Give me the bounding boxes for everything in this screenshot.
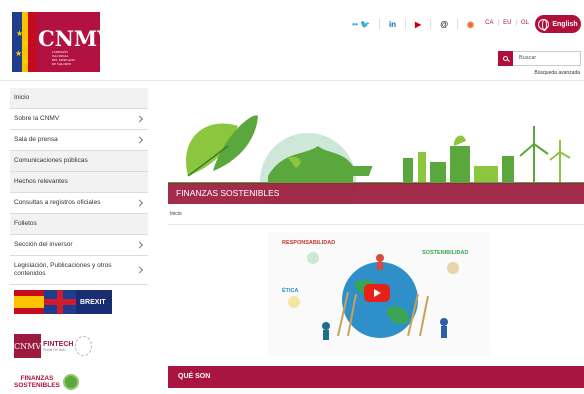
search-input[interactable]: Buscar: [513, 51, 581, 66]
sidebar-item-comunicaciones[interactable]: Comunicaciones públicas: [10, 151, 148, 172]
label-sostenibilidad: SOSTENIBILIDAD: [422, 250, 469, 256]
svg-text:★: ★: [22, 57, 29, 66]
lang-ca[interactable]: CA: [485, 20, 493, 26]
english-button[interactable]: English: [535, 15, 581, 33]
sidebar-item-inversor[interactable]: Sección del inversor: [10, 235, 148, 256]
finanzas-sostenibles-banner[interactable]: FINANZAS SOSTENIBLES: [14, 374, 79, 390]
chevron-right-icon: [135, 136, 144, 144]
divider: [378, 19, 380, 29]
sidebar-item-folletos[interactable]: Folletos: [10, 214, 148, 235]
brexit-label: BREXIT: [80, 298, 106, 306]
chevron-right-icon: [135, 266, 144, 274]
breadcrumb[interactable]: Inicio: [170, 211, 182, 217]
fintech-label: FINTECH Portal FinTech: [43, 340, 74, 352]
chevron-right-icon: [135, 199, 144, 207]
search-box: Buscar: [498, 51, 581, 66]
svg-text:★: ★: [16, 29, 23, 38]
fintech-emblem-icon: [75, 336, 92, 356]
email-icon[interactable]: @: [440, 20, 448, 29]
rss-icon[interactable]: ◉: [467, 20, 474, 29]
globe-icon: [62, 374, 79, 390]
divider: [430, 19, 432, 29]
brexit-banner[interactable]: BREXIT: [14, 290, 112, 314]
header-divider: [0, 80, 584, 81]
sidebar-item-sobre-la-cnmv[interactable]: Sobre la CNMV: [10, 109, 148, 130]
lang-gl[interactable]: GL: [521, 20, 529, 26]
english-label: English: [552, 20, 578, 28]
lang-eu[interactable]: EU: [503, 20, 511, 26]
fintech-banner[interactable]: CNMV FINTECH Portal FinTech: [14, 333, 92, 359]
sidebar-item-inicio[interactable]: Inicio: [10, 88, 148, 109]
banner-title: FINANZAS SOSTENIBLES: [168, 183, 584, 204]
svg-text:★: ★: [22, 39, 29, 48]
divider: [457, 19, 459, 29]
breadcrumb-divider: [168, 224, 584, 225]
divider: [405, 19, 407, 29]
search-icon: [503, 56, 508, 61]
spain-flag-icon: [14, 290, 44, 314]
svg-text:DE VALORES: DE VALORES: [52, 62, 72, 66]
social-links: •• 🐦 in ▶ @ ◉: [352, 19, 474, 29]
cnmv-mini-logo: CNMV: [14, 334, 42, 358]
sidebar-nav: Inicio Sobre la CNMV Sala de prensa Comu…: [10, 88, 148, 285]
advanced-search-link[interactable]: Búsqueda avanzada: [534, 70, 580, 76]
label-responsabilidad: RESPONSABILIDAD: [282, 240, 336, 246]
sidebar-item-sala-de-prensa[interactable]: Sala de prensa: [10, 130, 148, 151]
site-header: ★ ★ ★ ★ CNMV COMISIÓN NACIONAL DEL MERCA…: [0, 0, 584, 80]
chevron-right-icon: [135, 241, 144, 249]
uk-flag-icon: [44, 290, 76, 314]
twitter-icon[interactable]: •• 🐦: [352, 20, 370, 29]
sidebar-item-consultas[interactable]: Consultas a registros oficiales: [10, 193, 148, 214]
language-switcher: CA | EU | GL: [485, 20, 529, 26]
chevron-right-icon: [135, 115, 144, 123]
section-header-que-son: QUÉ SON: [168, 366, 584, 388]
svg-text:CNMV: CNMV: [38, 26, 100, 51]
video-thumbnail[interactable]: RESPONSABILIDAD SOSTENIBILIDAD ÉTICA: [268, 232, 490, 356]
finanzas-label: FINANZAS SOSTENIBLES: [14, 375, 60, 389]
label-etica: ÉTICA: [282, 288, 299, 294]
sidebar-item-legislacion[interactable]: Legislación, Publicaciones y otros conte…: [10, 256, 148, 285]
cnmv-logo[interactable]: ★ ★ ★ ★ CNMV COMISIÓN NACIONAL DEL MERCA…: [12, 12, 100, 72]
globe-icon: [538, 18, 550, 31]
linkedin-icon[interactable]: in: [389, 20, 396, 29]
hero-banner: FINANZAS SOSTENIBLES: [168, 96, 584, 204]
youtube-icon[interactable]: ▶: [415, 20, 421, 29]
play-button-icon[interactable]: [364, 284, 390, 302]
sidebar-item-hechos-relevantes[interactable]: Hechos relevantes: [10, 172, 148, 193]
search-button[interactable]: [498, 51, 513, 66]
